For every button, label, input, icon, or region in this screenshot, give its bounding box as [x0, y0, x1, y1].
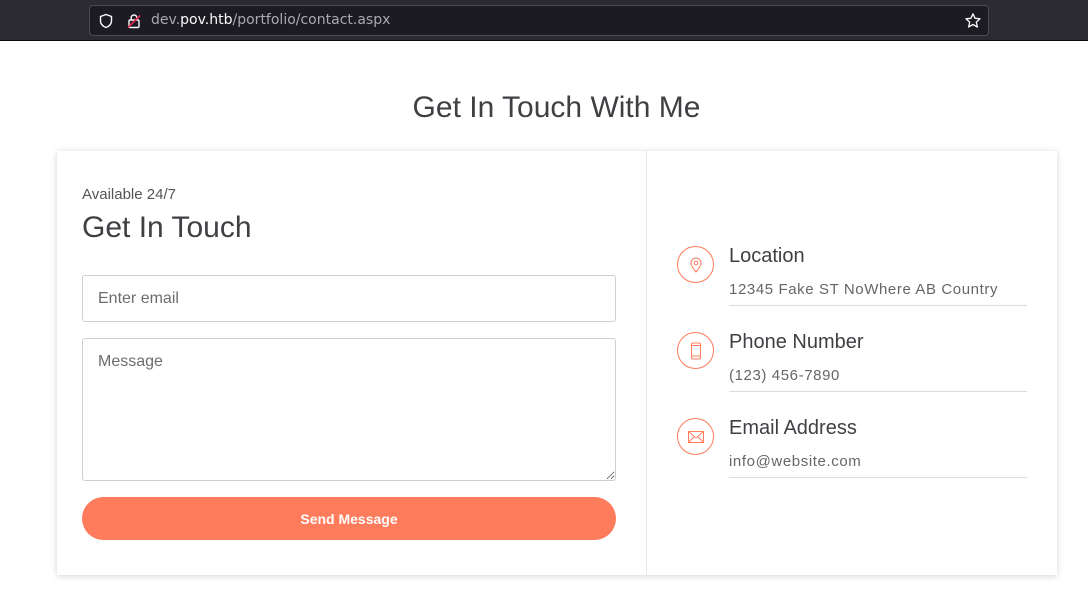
location-divider	[729, 305, 1027, 306]
page-title: Get In Touch With Me	[412, 91, 701, 124]
envelope-icon	[677, 418, 714, 455]
url-path: /portfolio/contact.aspx	[232, 12, 391, 28]
location-label: Location	[729, 245, 805, 267]
email-value: info@website.com	[729, 453, 862, 470]
email-divider	[729, 477, 1027, 478]
phone-info: Phone Number (123) 456-7890	[677, 331, 1027, 392]
form-title: Get In Touch	[82, 211, 252, 244]
bookmark-star-icon[interactable]	[964, 12, 982, 30]
email-info: Email Address info@website.com	[677, 417, 1027, 478]
url-text[interactable]: dev.pov.htb/portfolio/contact.aspx	[151, 12, 390, 28]
mobile-phone-icon	[677, 332, 714, 369]
url-host: pov.htb	[180, 12, 233, 28]
phone-divider	[729, 391, 1027, 392]
email-label: Email Address	[729, 417, 857, 439]
shield-icon[interactable]	[98, 13, 114, 29]
message-field[interactable]	[82, 338, 616, 481]
phone-label: Phone Number	[729, 331, 864, 353]
send-message-button[interactable]: Send Message	[82, 497, 616, 540]
address-bar[interactable]: dev.pov.htb/portfolio/contact.aspx	[89, 5, 989, 36]
location-value: 12345 Fake ST NoWhere AB Country	[729, 281, 999, 298]
email-field[interactable]	[82, 275, 616, 322]
url-prefix: dev.	[151, 12, 181, 28]
map-pin-icon	[677, 246, 714, 283]
availability-text: Available 24/7	[82, 186, 176, 203]
card-divider	[646, 151, 647, 575]
phone-value: (123) 456-7890	[729, 367, 840, 384]
contact-card: Available 24/7 Get In Touch Send Message…	[57, 151, 1057, 575]
insecure-lock-icon[interactable]	[126, 13, 142, 29]
location-info: Location 12345 Fake ST NoWhere AB Countr…	[677, 245, 1027, 306]
browser-toolbar: dev.pov.htb/portfolio/contact.aspx	[0, 0, 1088, 41]
